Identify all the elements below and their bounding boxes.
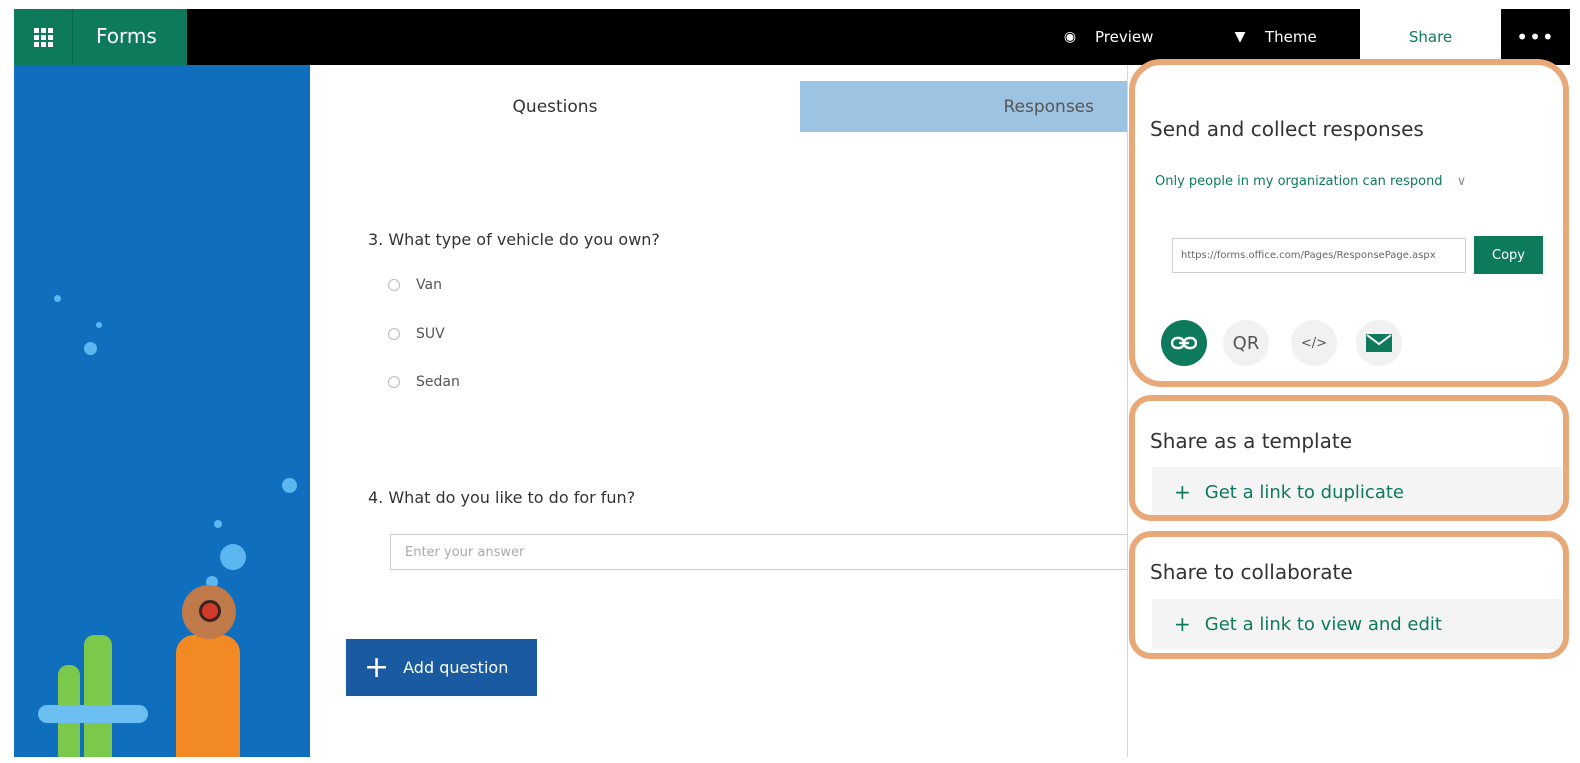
plus-icon: + — [364, 649, 390, 685]
preview-button[interactable]: ◉ Preview — [1059, 9, 1154, 65]
highlight-ring-collaborate — [1129, 531, 1569, 659]
more-options-button[interactable]: ••• — [1501, 9, 1570, 65]
diver-icon — [176, 635, 240, 757]
radio-icon — [388, 376, 400, 388]
choice-label: Van — [416, 277, 442, 293]
eye-icon: ◉ — [1063, 29, 1077, 45]
water-shape — [38, 705, 148, 723]
choice-option[interactable]: SUV — [388, 326, 445, 342]
bubble-icon — [214, 520, 222, 528]
helmet-visor-icon — [199, 600, 221, 622]
tab-questions[interactable]: Questions — [310, 81, 800, 132]
preview-label: Preview — [1095, 28, 1154, 46]
add-question-button[interactable]: + Add question — [346, 639, 537, 696]
radio-icon — [388, 328, 400, 340]
share-label: Share — [1408, 28, 1453, 46]
bubble-icon — [96, 322, 102, 328]
share-button[interactable]: Share — [1360, 9, 1501, 65]
radio-icon — [388, 279, 400, 291]
choice-label: Sedan — [416, 374, 460, 390]
highlight-ring-template — [1129, 395, 1569, 521]
bubble-icon — [220, 544, 246, 570]
highlight-ring-send — [1129, 59, 1569, 387]
tab-responses-label: Responses — [1003, 96, 1094, 117]
paint-icon: ▼ — [1234, 29, 1246, 45]
choice-label: SUV — [416, 326, 445, 342]
choice-option[interactable]: Van — [388, 277, 442, 293]
waffle-icon — [33, 27, 53, 47]
theme-button[interactable]: ▼ Theme — [1229, 9, 1317, 65]
tab-responses[interactable]: Responses — [800, 81, 1128, 132]
theme-label: Theme — [1265, 28, 1317, 46]
form-editor: Questions Responses 3. What type of vehi… — [310, 65, 1130, 757]
app-name: Forms — [96, 24, 157, 48]
bubble-icon — [84, 342, 97, 355]
bubble-icon — [54, 295, 61, 302]
app-title[interactable]: Forms — [72, 9, 187, 65]
add-question-label: Add question — [403, 658, 509, 677]
bubble-icon — [282, 478, 297, 493]
ellipsis-icon: ••• — [1516, 25, 1555, 49]
tab-questions-label: Questions — [512, 96, 598, 117]
app-frame: Forms ◉ Preview ▼ Theme Share ••• Questi… — [14, 9, 1570, 757]
plant-icon — [84, 635, 112, 757]
app-launcher-button[interactable] — [14, 9, 72, 65]
answer-input[interactable]: Enter your answer — [390, 534, 1130, 570]
question-title: 3. What type of vehicle do you own? — [368, 230, 660, 249]
answer-placeholder: Enter your answer — [405, 544, 525, 560]
top-bar: Forms ◉ Preview ▼ Theme Share ••• — [14, 9, 1570, 65]
theme-illustration — [14, 65, 310, 757]
question-title: 4. What do you like to do for fun? — [368, 488, 636, 507]
choice-option[interactable]: Sedan — [388, 374, 460, 390]
